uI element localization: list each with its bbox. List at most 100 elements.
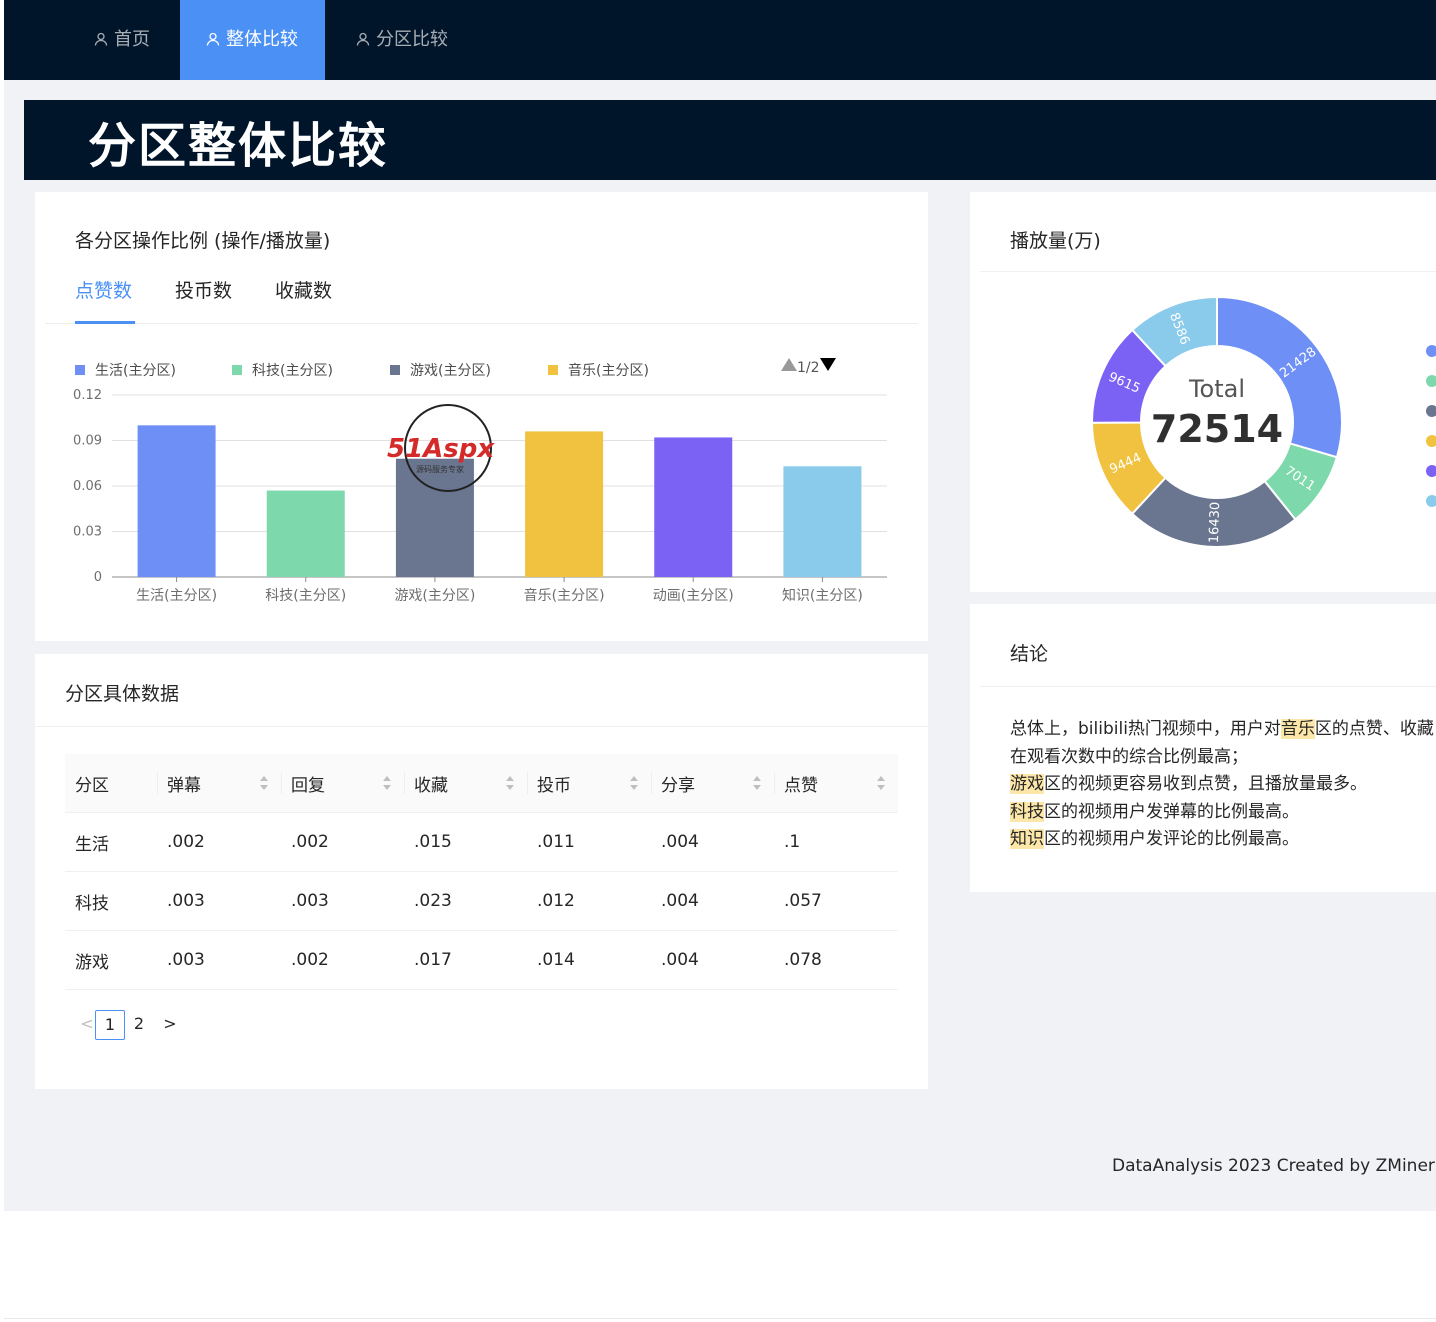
nav-item-overall[interactable]: 整体比较 xyxy=(180,0,325,80)
page-banner: 分区整体比较 xyxy=(24,100,1436,180)
highlight-tech: 科技 xyxy=(1010,801,1044,822)
column-header-label: 投币 xyxy=(537,775,571,796)
table-cell: .003 xyxy=(281,871,404,931)
top-navbar: 首页 整体比较 分区比较 xyxy=(4,0,1436,80)
column-header-label: 收藏 xyxy=(414,775,448,796)
card-title: 分区具体数据 xyxy=(65,683,180,705)
footer-text: DataAnalysis 2023 Created by ZMiner xyxy=(1112,1156,1435,1176)
legend-item[interactable]: 科技(主分区) xyxy=(232,360,333,380)
column-separator xyxy=(774,772,775,794)
tabs-divider xyxy=(45,323,918,324)
sort-icon[interactable] xyxy=(505,775,515,791)
table-cell: .003 xyxy=(157,871,281,931)
legend-label: 音乐(主分区) xyxy=(568,363,649,379)
card-title: 各分区操作比例 (操作/播放量) xyxy=(75,230,331,252)
conclusion-text-segment: 区的视频更容易收到点赞，且播放量最多。 xyxy=(1044,774,1367,794)
legend-item[interactable]: 音乐(主分区) xyxy=(548,360,649,380)
column-header[interactable]: 弹幕 xyxy=(157,754,281,813)
x-tick-label: 科技(主分区) xyxy=(265,588,346,604)
table-cell: .004 xyxy=(651,930,774,990)
watermark-sub: 源码服务专家 xyxy=(416,464,464,474)
column-separator xyxy=(157,772,158,794)
tab-favorites[interactable]: 收藏数 xyxy=(275,276,332,303)
conclusion-text-segment: 区的点赞、收藏 xyxy=(1314,719,1434,739)
column-header[interactable]: 投币 xyxy=(527,754,651,813)
y-tick-label: 0.06 xyxy=(73,479,102,494)
pie-center-label: Total xyxy=(1188,375,1245,403)
page-frame: 首页 整体比较 分区比较 分区整体比较 各分区操作比例 (操作/播放量) 点赞数… xyxy=(4,0,1436,1319)
conclusion-line: 总体上，bilibili热门视频中，用户对音乐区的点赞、收藏 xyxy=(1010,716,1436,744)
tab-likes[interactable]: 点赞数 xyxy=(75,276,132,303)
watermark-brand: 51Aspx xyxy=(387,434,495,464)
column-header[interactable]: 点赞 xyxy=(774,754,898,813)
bar[interactable] xyxy=(783,466,862,577)
bar[interactable] xyxy=(137,425,216,577)
user-icon xyxy=(206,32,220,46)
pie-legend-dot[interactable] xyxy=(1426,435,1436,447)
legend-next-icon[interactable] xyxy=(819,358,836,371)
page-title: 分区整体比较 xyxy=(88,118,389,174)
pagination-next-button[interactable]: > xyxy=(159,1010,181,1038)
conclusion-text: 总体上，bilibili热门视频中，用户对音乐区的点赞、收藏 在观看次数中的综合… xyxy=(1010,716,1436,854)
views-pie-card: 播放量(万) 21428 7011 16430 9444 9615 8586 Total 72… xyxy=(970,192,1436,592)
pagination-page-2[interactable]: 2 xyxy=(129,1010,149,1038)
column-header[interactable]: 回复 xyxy=(281,754,404,813)
data-table-card: 分区具体数据 分区 弹幕 回复 收藏 投币 分享 点赞 生活 .002.002.015.011… xyxy=(35,654,928,1089)
table-cell: .003 xyxy=(157,930,281,990)
table-cell: .014 xyxy=(527,930,651,990)
sort-icon[interactable] xyxy=(876,775,886,791)
card-title: 结论 xyxy=(1010,643,1049,665)
x-tick-label: 生活(主分区) xyxy=(136,588,217,604)
y-tick-label: 0.09 xyxy=(73,434,102,449)
bar[interactable] xyxy=(654,437,733,577)
table-cell: .057 xyxy=(774,871,898,931)
legend-label: 科技(主分区) xyxy=(252,363,333,379)
conclusion-line: 游戏区的视频更容易收到点赞，且播放量最多。 xyxy=(1010,771,1436,799)
conclusion-card: 结论 总体上，bilibili热门视频中，用户对音乐区的点赞、收藏 在观看次数中… xyxy=(970,604,1436,892)
nav-item-partition[interactable]: 分区比较 xyxy=(330,0,474,80)
table-row: 游戏 .003.002.017.014.004.078 xyxy=(65,930,898,990)
pie-legend-dot[interactable] xyxy=(1426,405,1436,417)
legend-prev-icon[interactable] xyxy=(781,358,797,371)
sort-icon[interactable] xyxy=(752,775,762,791)
table-row: 科技 .003.003.023.012.004.057 xyxy=(65,871,898,931)
table-cell: .002 xyxy=(281,812,404,872)
table-cell: .017 xyxy=(404,930,527,990)
legend-page-indicator: 1/2 xyxy=(797,360,820,376)
legend-item[interactable]: 游戏(主分区) xyxy=(390,360,491,380)
sort-icon[interactable] xyxy=(382,775,392,791)
pie-legend-dot[interactable] xyxy=(1426,495,1436,507)
table-cell: .012 xyxy=(527,871,651,931)
nav-item-label: 首页 xyxy=(114,29,150,50)
pagination-page-1[interactable]: 1 xyxy=(95,1010,125,1040)
column-header: 分区 xyxy=(65,754,157,813)
pie-legend-dot[interactable] xyxy=(1426,465,1436,477)
bar[interactable] xyxy=(525,431,604,577)
card-title: 播放量(万) xyxy=(1010,230,1101,252)
legend-item[interactable]: 生活(主分区) xyxy=(75,360,176,380)
y-tick-label: 0 xyxy=(94,570,102,585)
column-header[interactable]: 分享 xyxy=(651,754,774,813)
pie-chart: 21428701116430944496158586Total72514 xyxy=(1090,295,1343,548)
table-cell: .078 xyxy=(774,930,898,990)
sort-icon[interactable] xyxy=(259,775,269,791)
pie-slice-label: 16430 xyxy=(1207,502,1223,544)
bar[interactable] xyxy=(266,490,345,577)
table-header-row: 分区 弹幕 回复 收藏 投币 分享 点赞 xyxy=(65,754,898,813)
column-separator xyxy=(404,772,405,794)
table-cell: .015 xyxy=(404,812,527,872)
table-cell: .1 xyxy=(774,812,898,872)
sort-icon[interactable] xyxy=(629,775,639,791)
legend-swatch xyxy=(232,365,242,375)
nav-item-home[interactable]: 首页 xyxy=(68,0,176,80)
pie-legend-dot[interactable] xyxy=(1426,345,1436,357)
column-header[interactable]: 收藏 xyxy=(404,754,527,813)
legend-pager: 1/2 xyxy=(781,358,836,376)
table-row: 生活 .002.002.015.011.004.1 xyxy=(65,812,898,872)
legend-swatch xyxy=(548,365,558,375)
y-tick-label: 0.03 xyxy=(73,525,102,540)
watermark-logo: 51Aspx 源码服务专家 xyxy=(387,404,495,492)
column-header-label: 弹幕 xyxy=(167,775,201,796)
tab-coins[interactable]: 投币数 xyxy=(175,276,232,303)
pie-legend-dot[interactable] xyxy=(1426,375,1436,387)
